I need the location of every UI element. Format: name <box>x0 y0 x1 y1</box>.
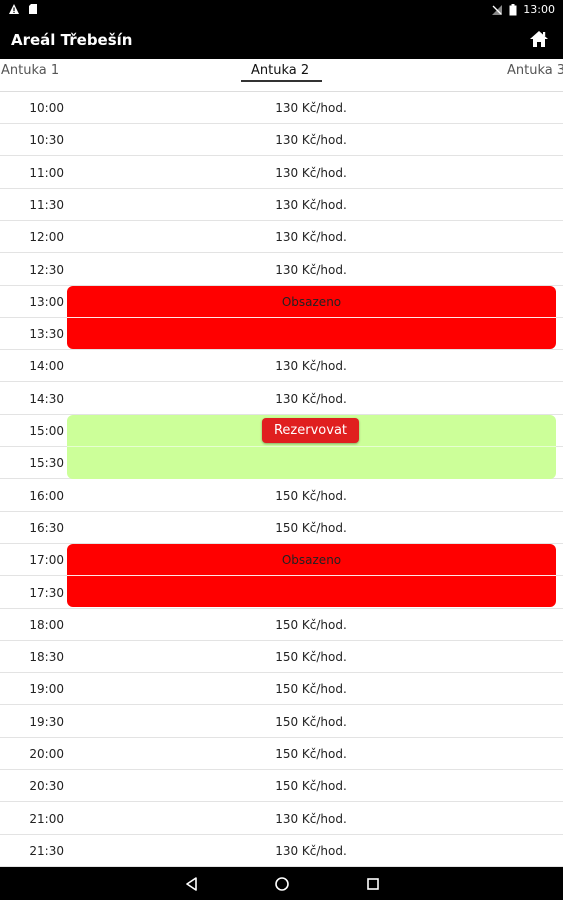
time-slot-row[interactable]: 11:30 130 Kč/hod. <box>0 189 563 221</box>
status-left-icons <box>8 3 38 15</box>
slot-price: 130 Kč/hod. <box>275 843 347 858</box>
slot-time: 10:30 <box>29 133 64 148</box>
booked-label: Obsazeno <box>281 553 342 567</box>
system-nav-bar <box>0 867 563 900</box>
app-title: Areál Třebešín <box>11 31 133 49</box>
slot-time: 12:30 <box>29 262 64 277</box>
sd-card-icon <box>29 4 37 14</box>
slot-time: 19:00 <box>29 682 64 697</box>
slot-time: 11:00 <box>29 165 64 180</box>
block-divider <box>67 575 556 576</box>
slot-time: 15:00 <box>29 424 64 438</box>
time-slot-row[interactable]: 21:00 130 Kč/hod. <box>0 803 563 835</box>
slot-time: 21:00 <box>29 811 64 826</box>
slot-time: 19:30 <box>29 714 64 729</box>
slot-time: 15:30 <box>29 456 64 471</box>
slot-time: 10:00 <box>29 101 64 115</box>
slot-time: 16:00 <box>29 488 64 503</box>
slot-price: 130 Kč/hod. <box>275 811 347 826</box>
time-slot-row[interactable]: 18:00 150 Kč/hod. <box>0 609 563 641</box>
status-time: 13:00 <box>523 3 555 16</box>
court-tabs: Antuka 1 Antuka 2 Antuka 3 <box>0 59 563 91</box>
tab-antuka-3[interactable]: Antuka 3 <box>507 63 563 78</box>
slot-price: 130 Kč/hod. <box>275 359 347 374</box>
slot-price: 130 Kč/hod. <box>275 165 347 180</box>
slot-price: 130 Kč/hod. <box>275 101 347 115</box>
block-divider <box>67 446 556 447</box>
slot-price: 150 Kč/hod. <box>275 714 347 729</box>
slot-time: 17:30 <box>29 585 64 600</box>
warning-icon <box>9 4 19 14</box>
time-slot-row[interactable]: 14:00 130 Kč/hod. <box>0 350 563 383</box>
slot-time: 18:30 <box>29 650 64 665</box>
time-slot-row[interactable]: 16:00 150 Kč/hod. <box>0 480 563 512</box>
schedule-list[interactable]: 10:00 130 Kč/hod. 10:30 130 Kč/hod. 11:00 1… <box>0 92 563 867</box>
recents-icon[interactable] <box>364 875 382 893</box>
time-slot-row[interactable]: 11:00 130 Kč/hod. <box>0 157 563 189</box>
time-slot-row[interactable]: 12:30 130 Kč/hod. <box>0 254 563 286</box>
slot-time: 11:30 <box>29 197 64 212</box>
reserve-button[interactable]: Rezervovat <box>262 418 359 443</box>
time-slot-row[interactable]: 12:00 130 Kč/hod. <box>0 221 563 254</box>
slot-price: 150 Kč/hod. <box>275 520 347 535</box>
slot-price: 150 Kč/hod. <box>275 779 347 794</box>
status-right: 13:00 <box>491 3 555 16</box>
slot-time: 20:00 <box>29 747 64 761</box>
home-icon[interactable] <box>529 29 549 49</box>
slot-price: 130 Kč/hod. <box>275 391 347 406</box>
time-slot-row[interactable]: 21:30 130 Kč/hod. <box>0 835 563 867</box>
time-slot-row[interactable]: 14:30 130 Kč/hod. <box>0 383 563 415</box>
selected-slot-block[interactable]: Rezervovat <box>67 415 556 479</box>
slot-time: 13:00 <box>29 294 64 309</box>
slot-price: 130 Kč/hod. <box>275 133 347 148</box>
slot-price: 150 Kč/hod. <box>275 617 347 632</box>
time-slot-row[interactable]: 19:30 150 Kč/hod. <box>0 706 563 738</box>
slot-time: 16:30 <box>29 520 64 535</box>
block-divider <box>67 317 556 318</box>
back-icon[interactable] <box>183 875 201 893</box>
slot-price: 130 Kč/hod. <box>275 197 347 212</box>
slot-time: 14:30 <box>29 391 64 406</box>
no-signal-icon <box>492 4 503 15</box>
slot-price: 130 Kč/hod. <box>275 262 347 277</box>
status-bar: 13:00 <box>0 0 563 21</box>
slot-price: 150 Kč/hod. <box>275 650 347 665</box>
active-tab-indicator <box>241 80 322 82</box>
slot-time: 17:00 <box>29 553 64 568</box>
slot-time: 20:30 <box>29 779 64 794</box>
app-bar: Areál Třebešín <box>0 21 563 59</box>
time-slot-row[interactable]: 20:30 150 Kč/hod. <box>0 770 563 803</box>
time-slot-row[interactable]: 16:30 150 Kč/hod. <box>0 512 563 544</box>
time-slot-row[interactable]: 10:30 130 Kč/hod. <box>0 124 563 157</box>
booked-slot-block: Obsazeno <box>67 544 556 607</box>
slot-price: 150 Kč/hod. <box>275 488 347 503</box>
time-slot-row[interactable]: 20:00 150 Kč/hod. <box>0 738 563 770</box>
time-slot-row[interactable]: 10:00 130 Kč/hod. <box>0 92 563 124</box>
slot-price: 130 Kč/hod. <box>275 230 347 245</box>
battery-icon <box>509 3 517 15</box>
slot-time: 12:00 <box>29 230 64 245</box>
slot-time: 18:00 <box>29 617 64 632</box>
time-slot-row[interactable]: 18:30 150 Kč/hod. <box>0 641 563 674</box>
slot-price: 150 Kč/hod. <box>275 747 347 761</box>
home-circle-icon[interactable] <box>273 875 291 893</box>
time-slot-row[interactable]: 19:00 150 Kč/hod. <box>0 673 563 706</box>
slot-price: 150 Kč/hod. <box>275 682 347 697</box>
tab-antuka-2[interactable]: Antuka 2 <box>251 63 309 78</box>
booked-slot-block: Obsazeno <box>67 286 556 349</box>
tab-antuka-1[interactable]: Antuka 1 <box>1 63 59 78</box>
slot-time: 21:30 <box>29 843 64 858</box>
slot-time: 13:30 <box>29 327 64 342</box>
booked-label: Obsazeno <box>281 295 342 309</box>
slot-time: 14:00 <box>29 359 64 374</box>
